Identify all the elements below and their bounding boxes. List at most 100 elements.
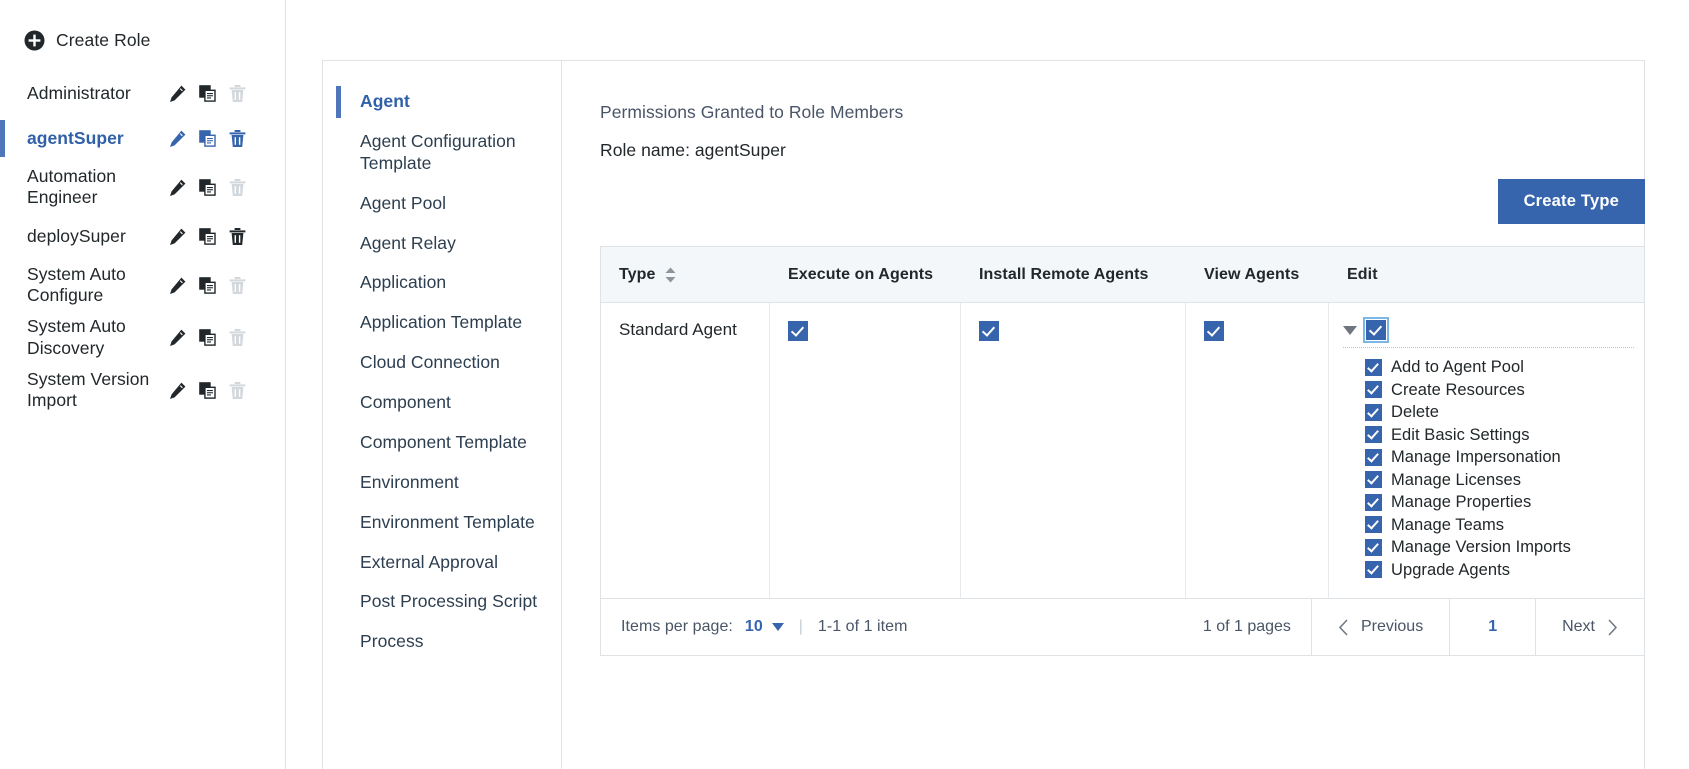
type-nav-item[interactable]: Cloud Connection <box>322 343 561 383</box>
type-nav-item[interactable]: Agent Configuration Template <box>322 122 561 184</box>
pencil-icon[interactable] <box>168 328 187 347</box>
edit-permission-item[interactable]: Delete <box>1365 401 1634 424</box>
checkbox-edit-permission[interactable] <box>1365 449 1382 466</box>
role-list-item[interactable]: System Auto Discovery <box>0 311 285 364</box>
column-header-execute-on-agents: Execute on Agents <box>770 247 961 302</box>
type-nav-item[interactable]: Post Processing Script <box>322 582 561 622</box>
permissions-title: Permissions Granted to Role Members <box>600 102 1645 123</box>
permissions-page: Create Role AdministratoragentSuperAutom… <box>0 0 1689 769</box>
type-nav-item[interactable]: Environment <box>322 463 561 503</box>
caret-down-icon[interactable] <box>1343 326 1357 335</box>
role-list-item[interactable]: System Version Import <box>0 364 285 417</box>
copy-icon[interactable] <box>198 276 217 295</box>
edit-permission-item[interactable]: Manage Version Imports <box>1365 536 1634 559</box>
role-list-item[interactable]: agentSuper <box>0 116 285 161</box>
copy-icon[interactable] <box>198 84 217 103</box>
chevron-right-icon <box>1607 619 1618 636</box>
edit-permission-label: Manage Licenses <box>1391 472 1521 489</box>
role-list-item[interactable]: Administrator <box>0 71 285 116</box>
type-nav-item-label: Agent Configuration Template <box>360 131 516 173</box>
create-role-label: Create Role <box>56 30 150 51</box>
checkbox-edit-permission[interactable] <box>1365 539 1382 556</box>
type-nav-list: Agent Agent Configuration Template Agent P… <box>322 82 561 662</box>
role-actions <box>168 84 271 103</box>
pencil-icon[interactable] <box>168 129 187 148</box>
pagination-bar: Items per page: 10 | 1-1 of 1 item 1 of … <box>601 598 1644 655</box>
checkbox-install-remote-agents[interactable] <box>979 321 999 341</box>
role-name-line: Role name: agentSuper <box>600 140 1645 161</box>
type-nav-item-label: Agent Pool <box>360 193 446 213</box>
type-nav-item[interactable]: Application Template <box>322 303 561 343</box>
trash-icon[interactable] <box>228 129 247 148</box>
copy-icon[interactable] <box>198 129 217 148</box>
type-nav-item[interactable]: Environment Template <box>322 503 561 543</box>
role-list-item[interactable]: deploySuper <box>0 214 285 259</box>
type-nav-item[interactable]: Component <box>322 383 561 423</box>
edit-permission-item[interactable]: Add to Agent Pool <box>1365 356 1634 379</box>
table-header-row: Type Execute on Agents Install Remote Ag… <box>601 247 1644 303</box>
trash-icon[interactable] <box>228 227 247 246</box>
checkbox-edit-permission[interactable] <box>1365 471 1382 488</box>
pencil-icon[interactable] <box>168 84 187 103</box>
role-name-label: System Version Import <box>27 369 168 412</box>
type-nav: Agent Agent Configuration Template Agent P… <box>322 60 562 769</box>
type-nav-item-label: Agent Relay <box>360 233 456 253</box>
page-number-button[interactable]: 1 <box>1450 599 1536 655</box>
edit-permission-item[interactable]: Manage Teams <box>1365 514 1634 537</box>
copy-icon[interactable] <box>198 328 217 347</box>
type-nav-item[interactable]: Agent Pool <box>322 184 561 224</box>
column-header-type[interactable]: Type <box>601 247 770 302</box>
create-role-button[interactable]: Create Role <box>0 24 285 57</box>
table-row: Standard Agent A <box>601 303 1644 598</box>
edit-permission-label: Edit Basic Settings <box>1391 427 1530 444</box>
type-nav-item[interactable]: Component Template <box>322 423 561 463</box>
role-list-item[interactable]: Automation Engineer <box>0 161 285 214</box>
type-nav-item[interactable]: Agent Relay <box>322 224 561 264</box>
role-list-item[interactable]: System Auto Configure <box>0 259 285 312</box>
type-nav-item[interactable]: Process <box>322 622 561 662</box>
pagination-divider: | <box>796 618 806 636</box>
edit-permission-item[interactable]: Manage Properties <box>1365 491 1634 514</box>
pencil-icon[interactable] <box>168 227 187 246</box>
edit-permission-item[interactable]: Manage Impersonation <box>1365 446 1634 469</box>
pencil-icon[interactable] <box>168 178 187 197</box>
pencil-icon[interactable] <box>168 381 187 400</box>
copy-icon[interactable] <box>198 381 217 400</box>
type-nav-item[interactable]: Agent <box>322 82 561 122</box>
edit-permission-label: Add to Agent Pool <box>1391 359 1524 376</box>
checkbox-execute-on-agents[interactable] <box>788 321 808 341</box>
selection-indicator <box>336 86 341 118</box>
checkbox-edit-permission[interactable] <box>1365 516 1382 533</box>
items-per-page-select[interactable]: 10 <box>745 618 784 636</box>
type-nav-item[interactable]: External Approval <box>322 543 561 583</box>
previous-page-button[interactable]: Previous <box>1312 599 1450 655</box>
edit-permission-item[interactable]: Edit Basic Settings <box>1365 424 1634 447</box>
checkbox-edit-all[interactable] <box>1366 320 1386 340</box>
checkbox-edit-permission[interactable] <box>1365 381 1382 398</box>
cell-view-agents <box>1186 303 1329 598</box>
checkbox-edit-permission[interactable] <box>1365 494 1382 511</box>
copy-icon[interactable] <box>198 227 217 246</box>
edit-permission-item[interactable]: Upgrade Agents <box>1365 559 1634 582</box>
edit-permission-item[interactable]: Manage Licenses <box>1365 469 1634 492</box>
pencil-icon[interactable] <box>168 276 187 295</box>
create-type-button[interactable]: Create Type <box>1498 179 1645 224</box>
edit-permission-label: Upgrade Agents <box>1391 562 1510 579</box>
edit-permission-label: Delete <box>1391 404 1439 421</box>
type-nav-item[interactable]: Application <box>322 263 561 303</box>
type-nav-item-label: Environment <box>360 472 459 492</box>
checkbox-edit-permission[interactable] <box>1365 426 1382 443</box>
sort-arrows-icon[interactable] <box>664 267 677 283</box>
checkbox-edit-permission[interactable] <box>1365 359 1382 376</box>
checkbox-edit-permission[interactable] <box>1365 561 1382 578</box>
role-actions <box>168 129 271 148</box>
role-list: AdministratoragentSuperAutomation Engine… <box>0 71 285 417</box>
next-page-button[interactable]: Next <box>1536 599 1644 655</box>
cell-execute-on-agents <box>770 303 961 598</box>
checkbox-edit-permission[interactable] <box>1365 404 1382 421</box>
checkbox-view-agents[interactable] <box>1204 321 1224 341</box>
pagination-left: Items per page: 10 | 1-1 of 1 item <box>601 599 1183 655</box>
edit-permission-item[interactable]: Create Resources <box>1365 379 1634 402</box>
column-header-type-label: Type <box>619 266 656 284</box>
copy-icon[interactable] <box>198 178 217 197</box>
